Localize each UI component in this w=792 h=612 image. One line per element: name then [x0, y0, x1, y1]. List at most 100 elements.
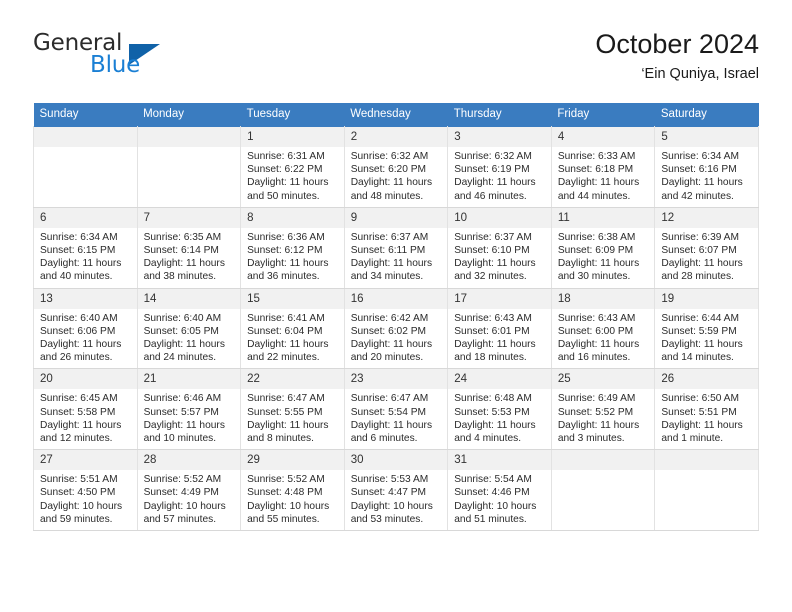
weekday-header-friday: Friday [551, 103, 655, 127]
calendar-day-cell[interactable]: 30 Sunrise: 5:53 AM Sunset: 4:47 PM Dayligh… [343, 449, 449, 532]
daylight-text-line1: Daylight: 11 hours [40, 339, 122, 351]
day-number [551, 450, 655, 471]
day-info: Sunrise: 6:47 AM Sunset: 5:55 PM Daylight:… [241, 389, 344, 449]
calendar-day-cell[interactable]: 12 Sunrise: 6:39 AM Sunset: 6:07 PM Dayligh… [654, 206, 759, 289]
day-info: Sunrise: 6:34 AM Sunset: 6:15 PM Daylight:… [34, 228, 137, 288]
sunrise-text: Sunrise: 5:52 AM [247, 474, 325, 486]
sunset-text: Sunset: 5:51 PM [661, 406, 737, 418]
day-info: Sunrise: 6:42 AM Sunset: 6:02 PM Daylight:… [345, 309, 448, 369]
brand-logo[interactable]: General Blue [33, 28, 233, 88]
day-number: 28 [137, 450, 241, 471]
daylight-text-line2: and 28 minutes. [661, 271, 734, 283]
calendar-week-row: 27 Sunrise: 5:51 AM Sunset: 4:50 PM Dayligh… [33, 449, 759, 532]
day-number: 29 [241, 450, 344, 471]
calendar-day-cell[interactable]: 18 Sunrise: 6:43 AM Sunset: 6:00 PM Dayligh… [550, 287, 656, 370]
sunset-text: Sunset: 6:02 PM [350, 325, 427, 337]
calendar-day-cell[interactable]: 20 Sunrise: 6:45 AM Sunset: 5:58 PM Dayligh… [33, 368, 138, 451]
sunset-text: Sunset: 6:04 PM [247, 325, 323, 337]
sunset-text: Sunset: 6:01 PM [454, 325, 530, 337]
sunrise-text: Sunrise: 6:48 AM [454, 393, 532, 405]
calendar-day-cell[interactable]: 5 Sunrise: 6:34 AM Sunset: 6:16 PM Daylight… [654, 126, 759, 208]
daylight-text-line2: and 24 minutes. [143, 352, 217, 364]
day-info: Sunrise: 5:53 AM Sunset: 4:47 PM Daylight:… [345, 470, 448, 530]
calendar-day-cell[interactable]: 10 Sunrise: 6:37 AM Sunset: 6:10 PM Dayligh… [447, 206, 552, 289]
weekday-header-sunday: Sunday [33, 103, 138, 127]
calendar-day-cell[interactable]: 19 Sunrise: 6:44 AM Sunset: 5:59 PM Dayligh… [654, 287, 759, 370]
calendar-day-cell[interactable]: 23 Sunrise: 6:47 AM Sunset: 5:54 PM Dayligh… [343, 368, 449, 451]
day-info: Sunrise: 6:34 AM Sunset: 6:16 PM Daylight:… [655, 147, 758, 207]
daylight-text-line1: Daylight: 11 hours [661, 419, 743, 431]
sunrise-text: Sunrise: 5:51 AM [40, 474, 118, 486]
calendar-day-cell[interactable]: 9 Sunrise: 6:37 AM Sunset: 6:11 PM Daylight… [343, 206, 449, 289]
calendar-body: 1 Sunrise: 6:31 AM Sunset: 6:22 PM Daylight… [33, 126, 759, 532]
daylight-text-line1: Daylight: 11 hours [350, 177, 433, 189]
calendar-day-cell[interactable]: 1 Sunrise: 6:31 AM Sunset: 6:22 PM Daylight… [240, 126, 345, 208]
weekday-header-monday: Monday [137, 103, 241, 127]
calendar-header-row: Sunday Monday Tuesday Wednesday Thursday… [33, 103, 759, 127]
daylight-text-line1: Daylight: 11 hours [557, 177, 640, 189]
calendar-day-cell[interactable]: 13 Sunrise: 6:40 AM Sunset: 6:06 PM Dayligh… [33, 287, 138, 370]
calendar-day-cell[interactable]: 15 Sunrise: 6:41 AM Sunset: 6:04 PM Dayligh… [240, 287, 345, 370]
calendar-day-cell[interactable]: 26 Sunrise: 6:50 AM Sunset: 5:51 PM Dayligh… [654, 368, 759, 451]
calendar-week-row: 20 Sunrise: 6:45 AM Sunset: 5:58 PM Dayligh… [33, 368, 759, 451]
calendar-day-cell[interactable]: 27 Sunrise: 5:51 AM Sunset: 4:50 PM Dayligh… [33, 449, 138, 532]
calendar-day-cell[interactable]: 6 Sunrise: 6:34 AM Sunset: 6:15 PM Daylight… [33, 206, 138, 289]
calendar-day-cell[interactable]: 21 Sunrise: 6:46 AM Sunset: 5:57 PM Dayligh… [136, 368, 242, 451]
calendar-table: Sunday Monday Tuesday Wednesday Thursday… [33, 103, 759, 532]
daylight-text-line2: and 32 minutes. [454, 271, 527, 283]
day-info: Sunrise: 6:39 AM Sunset: 6:07 PM Daylight:… [655, 228, 758, 288]
sunset-text: Sunset: 6:12 PM [247, 245, 323, 257]
calendar-day-cell[interactable]: 16 Sunrise: 6:42 AM Sunset: 6:02 PM Dayligh… [343, 287, 449, 370]
sunrise-text: Sunrise: 5:54 AM [454, 474, 532, 486]
calendar-day-cell[interactable]: 28 Sunrise: 5:52 AM Sunset: 4:49 PM Dayligh… [136, 449, 242, 532]
sunset-text: Sunset: 6:09 PM [557, 245, 634, 257]
daylight-text-line1: Daylight: 11 hours [143, 258, 225, 270]
sunrise-text: Sunrise: 6:41 AM [247, 312, 325, 324]
weekday-header-saturday: Saturday [654, 103, 759, 127]
daylight-text-line1: Daylight: 10 hours [247, 500, 330, 512]
day-number [34, 127, 137, 147]
calendar-day-cell[interactable]: 29 Sunrise: 5:52 AM Sunset: 4:48 PM Dayligh… [240, 449, 345, 532]
sunset-text: Sunset: 5:58 PM [40, 406, 116, 418]
sunset-text: Sunset: 6:19 PM [454, 164, 530, 176]
day-number: 7 [137, 207, 241, 228]
calendar-day-cell[interactable]: 11 Sunrise: 6:38 AM Sunset: 6:09 PM Dayligh… [550, 206, 656, 289]
brand-name-blue: Blue [90, 52, 141, 78]
daylight-text-line1: Daylight: 11 hours [247, 339, 329, 351]
day-info: Sunrise: 6:45 AM Sunset: 5:58 PM Daylight:… [34, 389, 137, 449]
daylight-text-line2: and 50 minutes. [247, 190, 320, 202]
day-info: Sunrise: 6:43 AM Sunset: 6:01 PM Daylight:… [448, 309, 551, 369]
calendar-day-cell[interactable]: 2 Sunrise: 6:32 AM Sunset: 6:20 PM Daylight… [343, 126, 449, 208]
day-number: 14 [137, 288, 241, 309]
calendar-day-cell[interactable]: 31 Sunrise: 5:54 AM Sunset: 4:46 PM Dayligh… [447, 449, 552, 532]
calendar-day-cell[interactable]: 3 Sunrise: 6:32 AM Sunset: 6:19 PM Daylight… [447, 126, 552, 208]
daylight-text-line1: Daylight: 11 hours [454, 177, 536, 189]
day-number: 18 [551, 288, 655, 309]
calendar-day-cell[interactable]: 24 Sunrise: 6:48 AM Sunset: 5:53 PM Dayligh… [447, 368, 552, 451]
sunrise-text: Sunrise: 6:50 AM [661, 393, 739, 405]
day-info: Sunrise: 5:52 AM Sunset: 4:49 PM Daylight:… [138, 470, 241, 530]
day-info: Sunrise: 6:36 AM Sunset: 6:12 PM Daylight:… [241, 228, 344, 288]
daylight-text-line2: and 59 minutes. [40, 513, 113, 525]
day-info: Sunrise: 6:46 AM Sunset: 5:57 PM Daylight:… [138, 389, 241, 449]
calendar-day-cell[interactable]: 22 Sunrise: 6:47 AM Sunset: 5:55 PM Dayligh… [240, 368, 345, 451]
daylight-text-line2: and 12 minutes. [40, 433, 113, 445]
day-number: 24 [448, 369, 551, 390]
calendar-day-cell[interactable]: 14 Sunrise: 6:40 AM Sunset: 6:05 PM Dayligh… [136, 287, 242, 370]
daylight-text-line1: Daylight: 11 hours [557, 419, 640, 431]
calendar-cell-empty [550, 449, 656, 532]
sunrise-text: Sunrise: 5:52 AM [143, 474, 222, 486]
calendar-day-cell[interactable]: 17 Sunrise: 6:43 AM Sunset: 6:01 PM Dayligh… [447, 287, 552, 370]
sunset-text: Sunset: 5:54 PM [350, 406, 427, 418]
daylight-text-line1: Daylight: 10 hours [40, 500, 123, 512]
day-info: Sunrise: 6:37 AM Sunset: 6:11 PM Daylight:… [345, 228, 448, 288]
calendar-day-cell[interactable]: 4 Sunrise: 6:33 AM Sunset: 6:18 PM Daylight… [550, 126, 656, 208]
daylight-text-line2: and 22 minutes. [247, 352, 320, 364]
calendar-day-cell[interactable]: 25 Sunrise: 6:49 AM Sunset: 5:52 PM Dayligh… [550, 368, 656, 451]
calendar-day-cell[interactable]: 7 Sunrise: 6:35 AM Sunset: 6:14 PM Daylight… [136, 206, 242, 289]
weekday-header-tuesday: Tuesday [240, 103, 345, 127]
day-number: 6 [34, 207, 137, 228]
calendar-day-cell[interactable]: 8 Sunrise: 6:36 AM Sunset: 6:12 PM Daylight… [240, 206, 345, 289]
sunrise-text: Sunrise: 6:33 AM [557, 151, 636, 162]
day-info: Sunrise: 5:51 AM Sunset: 4:50 PM Daylight:… [34, 470, 137, 530]
